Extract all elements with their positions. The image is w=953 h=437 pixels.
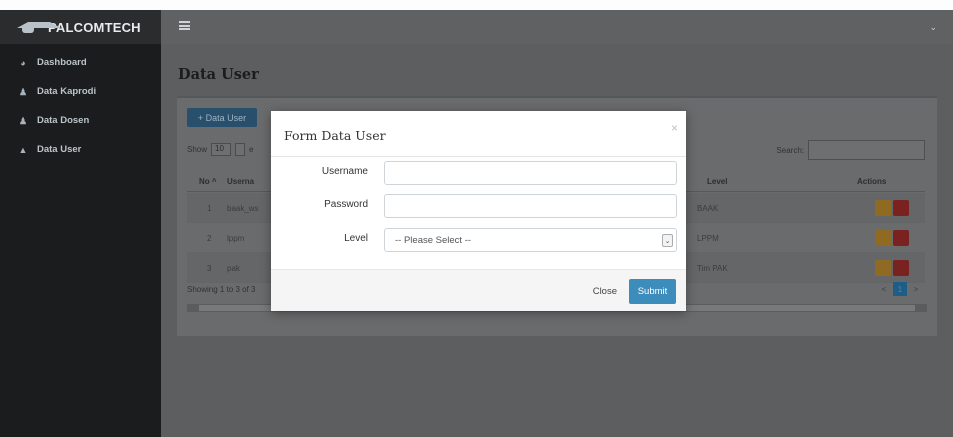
pagination: < 1 >: [877, 282, 923, 296]
column-header-level[interactable]: Level: [707, 177, 727, 186]
level-select[interactable]: -- Please Select -- ⌄: [384, 228, 677, 252]
sidebar-item-data-kaprodi[interactable]: ♟ Data Kaprodi: [0, 77, 161, 106]
brand[interactable]: PALCOMTECH: [0, 10, 161, 44]
delete-button[interactable]: [893, 230, 909, 246]
pagination-prev[interactable]: <: [877, 282, 891, 296]
graduation-cap-icon: [17, 20, 61, 34]
user-icon: ▲: [18, 144, 28, 155]
delete-button[interactable]: [893, 200, 909, 216]
table-search: Search:: [776, 140, 925, 160]
cell-username: baak_ws: [227, 204, 259, 213]
cell-level: Tim PAK: [697, 264, 728, 273]
show-label: Show: [187, 145, 208, 154]
level-label: Level: [344, 233, 368, 244]
chevron-down-icon[interactable]: ⌄: [662, 234, 673, 247]
users-icon: ♟: [18, 86, 28, 97]
delete-button[interactable]: [893, 260, 909, 276]
top-navbar: ⌄: [161, 10, 953, 44]
page-title: Data User: [178, 66, 259, 83]
pagination-next[interactable]: >: [909, 282, 923, 296]
chevron-down-icon[interactable]: ⌄: [929, 22, 937, 33]
pagination-page[interactable]: 1: [893, 282, 907, 296]
password-input[interactable]: [384, 194, 677, 218]
sidebar-item-label: Dashboard: [37, 57, 87, 68]
password-label: Password: [324, 199, 368, 210]
cell-username: lppm: [227, 234, 245, 243]
sidebar-item-label: Data User: [37, 144, 82, 155]
table-info: Showing 1 to 3 of 3: [187, 285, 256, 294]
cell-no: 3: [207, 264, 212, 273]
sidebar: PALCOMTECH ◕ Dashboard ♟ Data Kaprodi ♟ …: [0, 10, 161, 437]
username-input[interactable]: [384, 161, 677, 185]
brand-name: PALCOMTECH: [48, 19, 141, 35]
cell-no: 2: [207, 234, 212, 243]
column-header-actions[interactable]: Actions: [857, 177, 886, 186]
cell-level: BAAK: [697, 204, 719, 213]
modal-footer: Close Submit: [271, 269, 686, 311]
search-input[interactable]: [808, 140, 925, 160]
close-button[interactable]: Close: [586, 280, 623, 303]
column-header-no[interactable]: No ^: [199, 177, 217, 186]
level-select-value: -- Please Select --: [395, 234, 472, 246]
users-icon: ♟: [18, 115, 28, 126]
show-suffix: e: [249, 145, 254, 154]
show-entries: Show 10 e: [187, 143, 253, 156]
entries-select-arrow[interactable]: [235, 143, 246, 156]
modal-header: Form Data User ×: [271, 111, 686, 157]
close-icon[interactable]: ×: [671, 121, 678, 135]
sidebar-item-data-user[interactable]: ▲ Data User: [0, 135, 161, 164]
edit-button[interactable]: [875, 260, 891, 276]
sidebar-item-label: Data Kaprodi: [37, 86, 97, 97]
cell-username: pak: [227, 264, 240, 273]
entries-select[interactable]: 10: [211, 143, 232, 156]
sidebar-menu: ◕ Dashboard ♟ Data Kaprodi ♟ Data Dosen …: [0, 44, 161, 164]
cell-level: LPPM: [697, 234, 719, 243]
dashboard-icon: ◕: [20, 57, 26, 68]
column-header-username[interactable]: Userna: [227, 177, 254, 186]
sidebar-item-label: Data Dosen: [37, 115, 90, 126]
username-label: Username: [321, 166, 368, 177]
edit-button[interactable]: [875, 230, 891, 246]
window-top-edge: [0, 0, 953, 10]
submit-button[interactable]: Submit: [629, 279, 676, 304]
edit-button[interactable]: [875, 200, 891, 216]
search-label: Search:: [776, 145, 804, 155]
form-data-user-modal: Form Data User × Username Password Level…: [271, 111, 686, 311]
hamburger-menu-icon[interactable]: [179, 21, 190, 30]
level-row: Level -- Please Select -- ⌄: [271, 228, 686, 252]
add-user-button[interactable]: + Data User: [187, 108, 257, 127]
sidebar-item-dashboard[interactable]: ◕ Dashboard: [0, 48, 161, 77]
sidebar-item-data-dosen[interactable]: ♟ Data Dosen: [0, 106, 161, 135]
cell-no: 1: [207, 204, 212, 213]
password-row: Password: [271, 194, 686, 218]
username-row: Username: [271, 161, 686, 185]
modal-title: Form Data User: [284, 128, 386, 143]
